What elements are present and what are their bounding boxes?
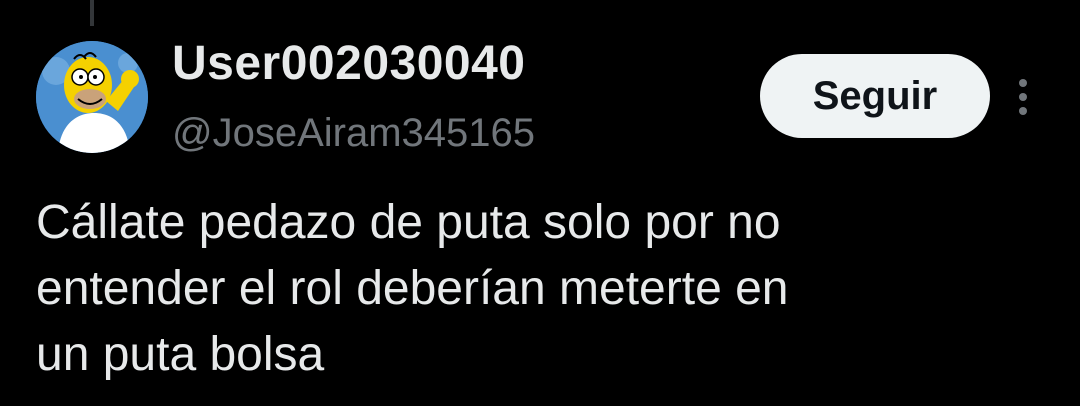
user-handle[interactable]: @JoseAiram345165 bbox=[172, 108, 535, 158]
tweet-text-line: entender el rol deberían meterte en bbox=[36, 262, 789, 315]
follow-button[interactable]: Seguir bbox=[760, 54, 990, 138]
user-display-name[interactable]: User002030040 bbox=[172, 36, 526, 92]
tweet-text-line: Cállate pedazo de puta solo por no bbox=[36, 196, 781, 249]
tweet-card: User002030040 @JoseAiram345165 Seguir Cá… bbox=[0, 0, 1080, 406]
tweet-text-line: un puta bolsa bbox=[36, 328, 325, 381]
cartoon-character-avatar-image bbox=[36, 41, 148, 153]
more-options-button[interactable] bbox=[1006, 74, 1040, 120]
more-vertical-icon bbox=[1019, 79, 1027, 115]
thread-connector-line bbox=[90, 0, 94, 26]
avatar[interactable] bbox=[36, 41, 148, 153]
tweet-text: Cállate pedazo de puta solo por no enten… bbox=[36, 190, 1046, 388]
